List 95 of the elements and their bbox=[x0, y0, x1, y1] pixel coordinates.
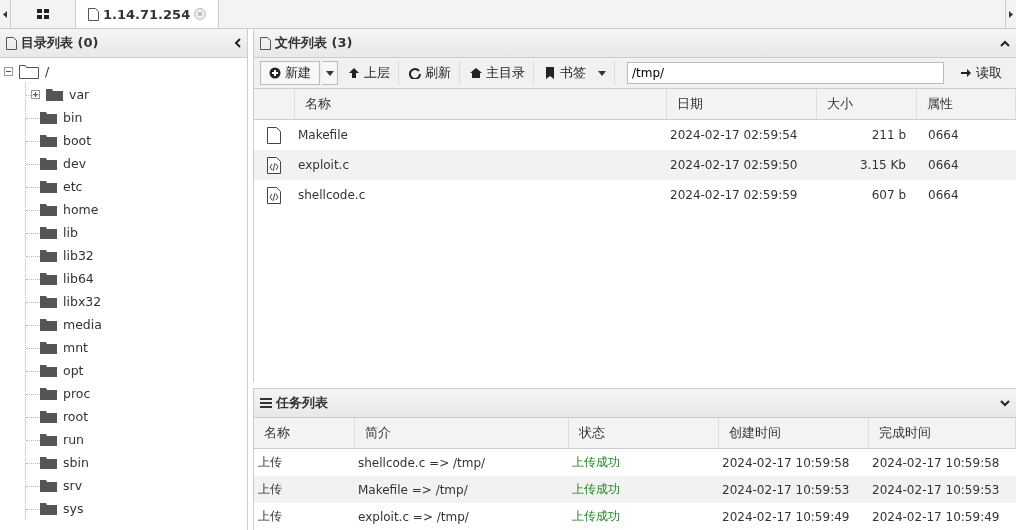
bookmark-icon bbox=[544, 67, 556, 79]
file-size: 3.15 Kb bbox=[816, 150, 916, 180]
up-arrow-icon bbox=[348, 67, 360, 79]
task-status: 上传成功 bbox=[568, 448, 718, 476]
file-size: 211 b bbox=[816, 119, 916, 150]
collapse-up-icon[interactable] bbox=[1000, 39, 1010, 47]
folder-name[interactable]: lib32 bbox=[63, 248, 94, 263]
left-caret-icon bbox=[3, 10, 7, 18]
column-header[interactable]: 名称 bbox=[294, 89, 666, 120]
folder-name[interactable]: lib bbox=[63, 225, 78, 240]
file-mode: 0664 bbox=[916, 150, 1016, 180]
caret-icon bbox=[598, 70, 606, 76]
file-mode: 0664 bbox=[916, 180, 1016, 210]
file-date: 2024-02-17 02:59:59 bbox=[666, 180, 816, 210]
panel-title: 文件列表 (3) bbox=[275, 34, 353, 52]
created-time: 2024-02-17 10:59:58 bbox=[718, 448, 868, 476]
column-header[interactable]: 大小 bbox=[816, 89, 916, 120]
toolbar-button[interactable]: 刷新 bbox=[401, 61, 460, 85]
task-name: 上传 bbox=[254, 448, 354, 476]
file-date: 2024-02-17 02:59:50 bbox=[666, 150, 816, 180]
folder-name[interactable]: / bbox=[45, 64, 50, 79]
finished-time: 2024-02-17 10:59:53 bbox=[868, 476, 1016, 503]
column-header[interactable]: 创建时间 bbox=[718, 418, 868, 449]
folder-name[interactable]: run bbox=[63, 432, 84, 447]
task-status: 上传成功 bbox=[568, 476, 718, 503]
path-field[interactable]: /tmp/ bbox=[627, 62, 944, 84]
folder-name[interactable]: media bbox=[63, 317, 102, 332]
tab[interactable]: 1.14.71.254 bbox=[76, 0, 220, 28]
file-name: Makefile bbox=[294, 119, 666, 150]
folder-name[interactable]: sbin bbox=[63, 455, 89, 470]
refresh-icon bbox=[409, 67, 421, 79]
code-file-icon bbox=[267, 186, 281, 204]
code-file-icon bbox=[267, 156, 281, 174]
file-name: exploit.c bbox=[294, 150, 666, 180]
task-name: 上传 bbox=[254, 476, 354, 503]
folder-name[interactable]: sys bbox=[63, 501, 84, 516]
tab-label: 1.14.71.254 bbox=[103, 6, 191, 22]
close-icon[interactable] bbox=[194, 8, 207, 20]
grid-icon bbox=[37, 9, 49, 19]
toolbar-button[interactable]: 新建 bbox=[260, 61, 320, 85]
panel-title: 目录列表 (0) bbox=[21, 34, 99, 52]
folder-name[interactable]: proc bbox=[63, 386, 91, 401]
caret-icon bbox=[325, 70, 334, 76]
toolbar-button[interactable]: 上层 bbox=[340, 61, 399, 85]
folder-name[interactable]: mnt bbox=[63, 340, 88, 355]
created-time: 2024-02-17 10:59:53 bbox=[718, 476, 868, 503]
folder-name[interactable]: etc bbox=[63, 179, 83, 194]
home-icon bbox=[470, 67, 482, 79]
task-status: 上传成功 bbox=[568, 503, 718, 530]
scroll-left-button[interactable] bbox=[0, 0, 11, 28]
created-time: 2024-02-17 10:59:49 bbox=[718, 503, 868, 530]
column-header[interactable]: 完成时间 bbox=[868, 418, 1016, 449]
toolbar-button[interactable]: 书签 bbox=[536, 61, 615, 85]
folder-name[interactable]: home bbox=[63, 202, 99, 217]
scroll-right-button[interactable] bbox=[1005, 0, 1016, 28]
finished-time: 2024-02-17 10:59:58 bbox=[868, 448, 1016, 476]
collapse-icon[interactable] bbox=[4, 67, 13, 76]
folder-name[interactable]: opt bbox=[63, 363, 84, 378]
list-icon bbox=[260, 398, 272, 408]
collapse-down-icon[interactable] bbox=[1000, 399, 1010, 407]
file-date: 2024-02-17 02:59:54 bbox=[666, 119, 816, 150]
folder-name[interactable]: dev bbox=[63, 156, 87, 171]
file-icon bbox=[260, 36, 271, 50]
task-description: exploit.c => /tmp/ bbox=[354, 503, 568, 530]
toolbar-button[interactable]: 主目录 bbox=[462, 61, 534, 85]
column-header[interactable]: 简介 bbox=[354, 418, 568, 449]
column-header[interactable]: 属性 bbox=[916, 89, 1016, 120]
folder-name[interactable]: lib64 bbox=[63, 271, 94, 286]
file-mode: 0664 bbox=[916, 119, 1016, 150]
plus-circle-icon bbox=[269, 67, 281, 79]
folder-name[interactable]: boot bbox=[63, 133, 92, 148]
panel-title: 任务列表 bbox=[276, 394, 328, 412]
finished-time: 2024-02-17 10:59:49 bbox=[868, 503, 1016, 530]
folder-name[interactable]: srv bbox=[63, 478, 83, 493]
dropdown-button[interactable] bbox=[322, 61, 338, 85]
column-header[interactable]: 名称 bbox=[254, 418, 354, 449]
folder-name[interactable]: bin bbox=[63, 110, 83, 125]
file-name: shellcode.c bbox=[294, 180, 666, 210]
task-description: Makefile => /tmp/ bbox=[354, 476, 568, 503]
folder-name[interactable]: var bbox=[69, 87, 90, 102]
folder-name[interactable]: root bbox=[63, 409, 89, 424]
right-arrow-icon bbox=[960, 67, 972, 79]
file-size: 607 b bbox=[816, 180, 916, 210]
collapse-left-icon[interactable] bbox=[234, 38, 241, 48]
right-caret-icon bbox=[1009, 10, 1013, 18]
task-row[interactable]: 上传 shellcode.c => /tmp/ 上传成功 2024-02-17 10:59:58 2024-02-17 10:59:58 bbox=[254, 448, 1016, 476]
column-header[interactable]: 状态 bbox=[568, 418, 718, 449]
expand-icon[interactable] bbox=[31, 90, 40, 99]
file-icon bbox=[267, 126, 281, 144]
column-header[interactable]: 日期 bbox=[666, 89, 816, 120]
read-button[interactable]: 读取 bbox=[952, 61, 1010, 85]
task-description: shellcode.c => /tmp/ bbox=[354, 448, 568, 476]
folder-name[interactable]: libx32 bbox=[63, 294, 102, 309]
file-row[interactable]: Makefile 2024-02-17 02:59:54 211 b 0664 bbox=[254, 119, 1016, 150]
task-name: 上传 bbox=[254, 503, 354, 530]
